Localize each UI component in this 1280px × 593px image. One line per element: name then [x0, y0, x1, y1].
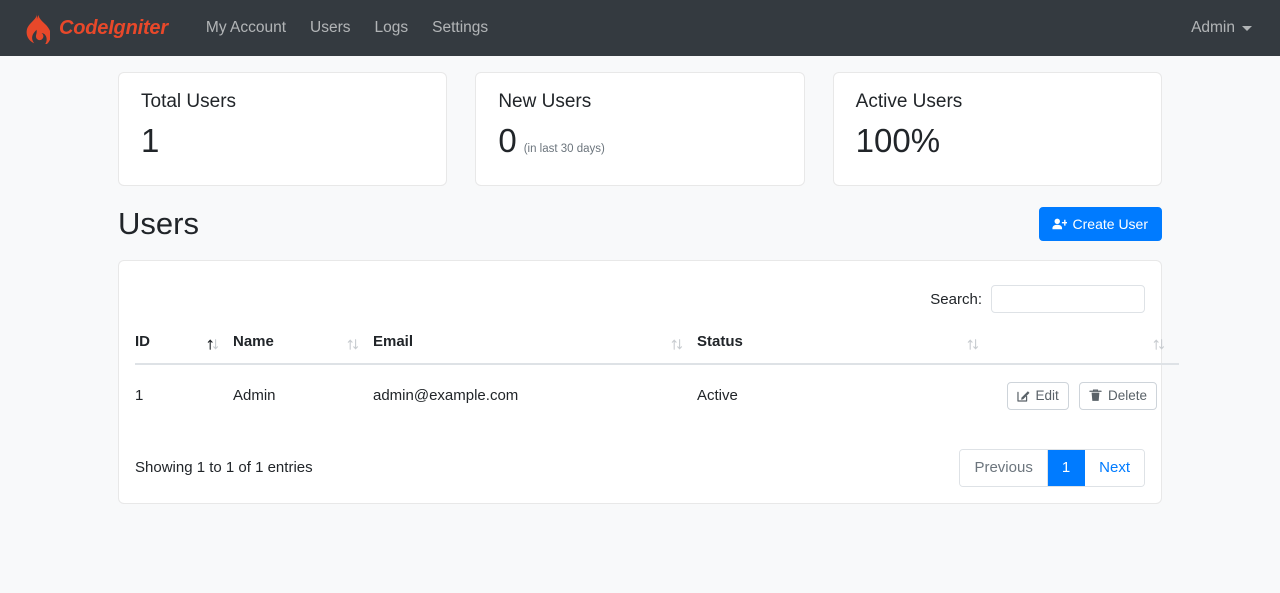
table-header-name[interactable]: Name	[233, 327, 373, 364]
stat-value-wrap: 0 (in last 30 days)	[498, 124, 781, 159]
pagination-page-1[interactable]: 1	[1048, 450, 1085, 486]
stat-value: 0	[498, 124, 516, 159]
stat-value: 1	[141, 124, 159, 159]
create-user-button[interactable]: Create User	[1039, 207, 1162, 241]
pagination-next[interactable]: Next	[1085, 450, 1144, 486]
nav-link-users[interactable]: Users	[298, 11, 362, 45]
navbar: CodeIgniter My Account Users Logs Settin…	[0, 0, 1280, 56]
entries-info: Showing 1 to 1 of 1 entries	[135, 459, 313, 476]
table-header-email[interactable]: Email	[373, 327, 697, 364]
cell-name: Admin	[233, 364, 373, 427]
delete-button[interactable]: Delete	[1079, 382, 1157, 410]
user-menu-label: Admin	[1191, 19, 1235, 37]
nav-link-my-account[interactable]: My Account	[194, 11, 298, 45]
table-header-status-label: Status	[697, 333, 743, 350]
stat-card-active-users: Active Users 100%	[833, 72, 1162, 186]
stat-title: Total Users	[141, 91, 424, 114]
delete-label: Delete	[1108, 389, 1147, 403]
cell-actions: Edit Delete	[993, 364, 1179, 427]
search-input[interactable]	[991, 285, 1145, 313]
user-plus-icon	[1052, 217, 1067, 231]
page-header-row: Users Create User	[118, 205, 1162, 242]
sort-ascending-icon	[207, 338, 219, 351]
stat-value-wrap: 1	[141, 124, 424, 159]
stat-title: Active Users	[856, 91, 1139, 114]
sort-none-icon	[967, 338, 979, 351]
table-header-row: ID Name	[135, 327, 1179, 364]
cell-status: Active	[697, 364, 993, 427]
sort-none-icon	[347, 338, 359, 351]
page-title: Users	[118, 205, 199, 242]
user-menu-dropdown[interactable]: Admin	[1179, 11, 1264, 45]
table-footer-row: Showing 1 to 1 of 1 entries Previous 1 N…	[135, 427, 1145, 487]
nav-link-logs[interactable]: Logs	[363, 11, 421, 45]
table-body: 1 Admin admin@example.com Active	[135, 364, 1179, 427]
table-head: ID Name	[135, 327, 1179, 364]
stat-card-total-users: Total Users 1	[118, 72, 447, 186]
edit-button[interactable]: Edit	[1007, 382, 1069, 410]
brand-text: CodeIgniter	[59, 17, 168, 40]
main-container: Total Users 1 New Users 0 (in last 30 da…	[118, 56, 1162, 504]
pagination: Previous 1 Next	[959, 449, 1145, 487]
nav-link-settings[interactable]: Settings	[420, 11, 500, 45]
stat-title: New Users	[498, 91, 781, 114]
stats-row: Total Users 1 New Users 0 (in last 30 da…	[118, 72, 1162, 186]
cell-email: admin@example.com	[373, 364, 697, 427]
pencil-square-icon	[1017, 389, 1030, 402]
stat-value-wrap: 100%	[856, 124, 1139, 159]
table-header-name-label: Name	[233, 333, 274, 350]
nav-links: My Account Users Logs Settings	[194, 11, 500, 45]
users-table: ID Name	[135, 327, 1179, 427]
table-header-id-label: ID	[135, 333, 150, 350]
pagination-previous[interactable]: Previous	[960, 450, 1047, 486]
sort-none-icon	[671, 338, 683, 351]
table-header-email-label: Email	[373, 333, 413, 350]
cell-id: 1	[135, 364, 233, 427]
trash-icon	[1089, 389, 1102, 402]
sort-none-icon	[1153, 338, 1165, 351]
table-header-status[interactable]: Status	[697, 327, 993, 364]
users-table-card: Search: ID	[118, 260, 1162, 504]
stat-card-new-users: New Users 0 (in last 30 days)	[475, 72, 804, 186]
caret-down-icon	[1242, 26, 1252, 31]
flame-icon	[20, 12, 50, 44]
create-user-label: Create User	[1073, 217, 1148, 231]
brand-logo[interactable]: CodeIgniter	[20, 12, 168, 44]
table-row: 1 Admin admin@example.com Active	[135, 364, 1179, 427]
table-header-actions[interactable]	[993, 327, 1179, 364]
edit-label: Edit	[1036, 389, 1059, 403]
search-label: Search:	[930, 291, 982, 308]
search-row: Search:	[135, 277, 1145, 327]
stat-value: 100%	[856, 124, 940, 159]
table-header-id[interactable]: ID	[135, 327, 233, 364]
stat-subtext: (in last 30 days)	[524, 143, 605, 155]
